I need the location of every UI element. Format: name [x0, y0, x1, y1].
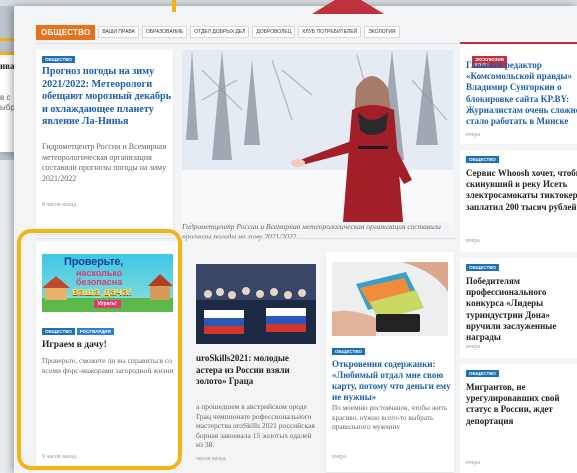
- nav-item-rights[interactable]: Ваши права: [98, 26, 139, 38]
- right-article-1[interactable]: ОБЩЕСТВО ЭКСКЛЮЗИВ КП.RU Главный редакто…: [460, 44, 577, 144]
- category-tag[interactable]: ОБЩЕСТВО: [466, 156, 499, 163]
- section-nav: ОБЩЕСТВО Ваши права Образование Отдел до…: [36, 24, 400, 40]
- money-photo[interactable]: [332, 262, 448, 336]
- category-tag[interactable]: ОБЩЕСТВО: [42, 56, 75, 63]
- section-title[interactable]: ОБЩЕСТВО: [36, 24, 96, 40]
- nav-item-ecology[interactable]: Экология: [364, 26, 400, 38]
- background-side-panel: [0, 160, 14, 473]
- nav-item-education[interactable]: Образование: [141, 26, 188, 38]
- worldskills-lead: а прошедшем в австрийском ороде Грац чем…: [196, 402, 315, 449]
- team-flag-illustration: [196, 264, 316, 344]
- worldskills-card[interactable]: uroSkills2021: молодые астера из России …: [186, 252, 316, 472]
- banner-text-1: Проверьте,: [64, 256, 124, 268]
- snow-woman-illustration: [182, 50, 453, 234]
- right-article-3[interactable]: ОБЩЕСТВО Победителям профессионального к…: [460, 258, 577, 358]
- team-photo[interactable]: [196, 264, 316, 344]
- right-article-1-time: вчера: [466, 132, 480, 138]
- background-title-fragment: ива: [0, 61, 15, 71]
- category-tag[interactable]: ОБЩЕСТВО: [332, 348, 365, 355]
- game-card-time: 9 часов назад: [42, 454, 77, 460]
- right-article-3-headline[interactable]: Победителям профессионального конкурса «…: [466, 276, 577, 343]
- money-hands-illustration: [332, 262, 448, 336]
- main-article-card[interactable]: ОБЩЕСТВО Прогноз погоды на зиму 2021/202…: [36, 50, 173, 234]
- right-article-4[interactable]: ОБЩЕСТВО Мигрантов, не урегулировавших с…: [460, 364, 577, 473]
- nav-item-consumers[interactable]: Клуб потребителей: [298, 26, 362, 38]
- worldskills-headline[interactable]: uroSkills2021: молодые астера из России …: [196, 353, 316, 388]
- confession-time: вчера: [332, 454, 346, 460]
- background-text-fragment-1: в с: [0, 93, 11, 102]
- banner-play-button[interactable]: Играть!: [94, 300, 121, 308]
- background-text-fragment-2: ыбр: [0, 103, 15, 112]
- hero-caption: Гидрометцентр России и Всемирная метеоро…: [182, 222, 452, 242]
- right-article-4-headline[interactable]: Мигрантов, не урегулировавших свой стату…: [466, 382, 577, 427]
- confession-headline[interactable]: Откровения содержанки: «Любимый отдал мн…: [332, 359, 452, 403]
- news-page-window: ОБЩЕСТВО Ваши права Образование Отдел до…: [14, 6, 577, 473]
- game-card[interactable]: Проверьте, насколько безопасна ваша дача…: [36, 242, 179, 468]
- worldskills-time: часов назад: [196, 456, 226, 462]
- main-article-time: 8 часов назад: [42, 202, 77, 208]
- confession-lead: По моемню ростовчанок, чтобы жить красив…: [332, 404, 447, 431]
- right-article-2-time: вчера: [466, 238, 480, 244]
- nav-item-volunteer[interactable]: Доброволец: [252, 26, 296, 38]
- nav-item-good-deeds[interactable]: Отдел добрых дел: [190, 26, 250, 38]
- game-card-tags: ОБЩЕСТВО РОСГВАРДИЯ: [42, 328, 114, 335]
- right-article-4-time: вчера: [466, 460, 480, 466]
- right-article-2-headline[interactable]: Сервис Whoosh хочет, чтобы скинувший в р…: [466, 168, 577, 213]
- red-arrow-icon: [312, 0, 384, 14]
- game-card-lead: Проверьте, сможете ли вы справиться со в…: [42, 356, 174, 375]
- category-tag[interactable]: ОБЩЕСТВО: [466, 370, 499, 377]
- banner-text-4: ваша дача!: [72, 286, 133, 298]
- hero-image[interactable]: [182, 50, 453, 234]
- main-article-headline[interactable]: Прогноз погоды на зиму 2021/2022: Метеор…: [42, 66, 173, 129]
- category-tag[interactable]: ОБЩЕСТВО: [466, 264, 499, 271]
- rosgvardia-tag[interactable]: РОСГВАРДИЯ: [76, 328, 114, 335]
- game-card-headline[interactable]: Играем в дачу!: [42, 339, 107, 352]
- game-banner-image[interactable]: Проверьте, насколько безопасна ваша дача…: [42, 254, 173, 312]
- main-article-lead: Гидрометцентр России и Всемирная метеоро…: [42, 142, 167, 183]
- yellow-top-accent: [172, 0, 176, 12]
- row-divider: [36, 238, 456, 239]
- right-article-2[interactable]: ОБЩЕСТВО Сервис Whoosh хочет, чтобы скин…: [460, 150, 577, 252]
- right-article-3-time: вчера: [466, 344, 480, 350]
- right-article-1-headline[interactable]: Главный редактор «Комсомольской правды» …: [466, 60, 577, 127]
- confession-card[interactable]: ОБЩЕСТВО Откровения содержанки: «Любимый…: [326, 252, 454, 472]
- category-tag[interactable]: ОБЩЕСТВО: [42, 328, 75, 335]
